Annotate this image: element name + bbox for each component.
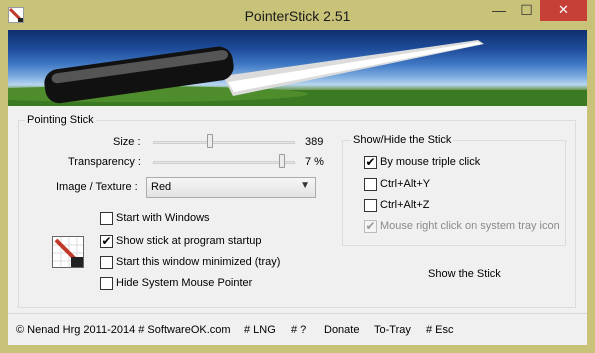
hide-mouse-pointer-label[interactable]: Hide System Mouse Pointer (116, 277, 252, 289)
start-minimized-label[interactable]: Start this window minimized (tray) (116, 256, 280, 268)
size-slider-track[interactable] (153, 141, 295, 144)
client-area: Pointing Stick Size : 389 Transparency :… (8, 30, 587, 345)
to-tray-link[interactable]: To-Tray (374, 324, 411, 336)
ctrl-alt-y-label[interactable]: Ctrl+Alt+Y (380, 178, 430, 190)
show-stick-button[interactable]: Show the Stick (428, 268, 501, 280)
transparency-value: 7 % (305, 156, 324, 168)
start-with-windows-checkbox[interactable] (100, 212, 113, 225)
ctrl-alt-y-checkbox[interactable] (364, 178, 377, 191)
esc-link[interactable]: # Esc (426, 324, 454, 336)
start-with-windows-label[interactable]: Start with Windows (116, 212, 210, 224)
transparency-slider-track[interactable] (153, 161, 295, 164)
show-at-startup-label[interactable]: Show stick at program startup (116, 235, 262, 247)
hide-mouse-pointer-checkbox[interactable] (100, 277, 113, 290)
language-link[interactable]: # LNG (244, 324, 276, 336)
tray-right-click-label: Mouse right click on system tray icon (380, 220, 560, 232)
transparency-slider-thumb[interactable] (279, 154, 286, 168)
footer-divider (8, 313, 587, 314)
start-minimized-checkbox[interactable] (100, 256, 113, 269)
size-slider-thumb[interactable] (207, 134, 214, 148)
close-button[interactable]: ✕ (540, 0, 587, 21)
minimize-button[interactable]: — (485, 0, 513, 21)
texture-select[interactable]: Red ▼ (146, 177, 316, 198)
size-label: Size : (113, 136, 141, 148)
show-hide-legend: Show/Hide the Stick (351, 134, 454, 146)
chevron-down-icon: ▼ (300, 180, 310, 191)
tray-right-click-checkbox: ✔ (364, 219, 377, 233)
texture-label: Image / Texture : (56, 181, 138, 193)
donate-link[interactable]: Donate (324, 324, 359, 336)
triple-click-checkbox[interactable]: ✔ (364, 156, 377, 169)
copyright-link[interactable]: © Nenad Hrg 2011-2014 # SoftwareOK.com (16, 324, 231, 336)
texture-select-value: Red (151, 181, 172, 193)
banner-image (8, 30, 587, 106)
ctrl-alt-z-checkbox[interactable] (364, 199, 377, 212)
triple-click-label[interactable]: By mouse triple click (380, 156, 480, 168)
help-link[interactable]: # ? (291, 324, 306, 336)
pointing-stick-legend: Pointing Stick (25, 114, 96, 126)
size-value: 389 (305, 136, 324, 148)
app-window: PointerStick 2.51 — ☐ ✕ Pointing Stick S… (0, 0, 595, 353)
transparency-label: Transparency : (68, 156, 141, 168)
pointerstick-large-icon (52, 236, 84, 268)
show-at-startup-checkbox[interactable]: ✔ (100, 235, 113, 248)
title-bar[interactable]: PointerStick 2.51 — ☐ ✕ (0, 0, 595, 30)
maximize-button[interactable]: ☐ (513, 0, 540, 21)
ctrl-alt-z-label[interactable]: Ctrl+Alt+Z (380, 199, 430, 211)
